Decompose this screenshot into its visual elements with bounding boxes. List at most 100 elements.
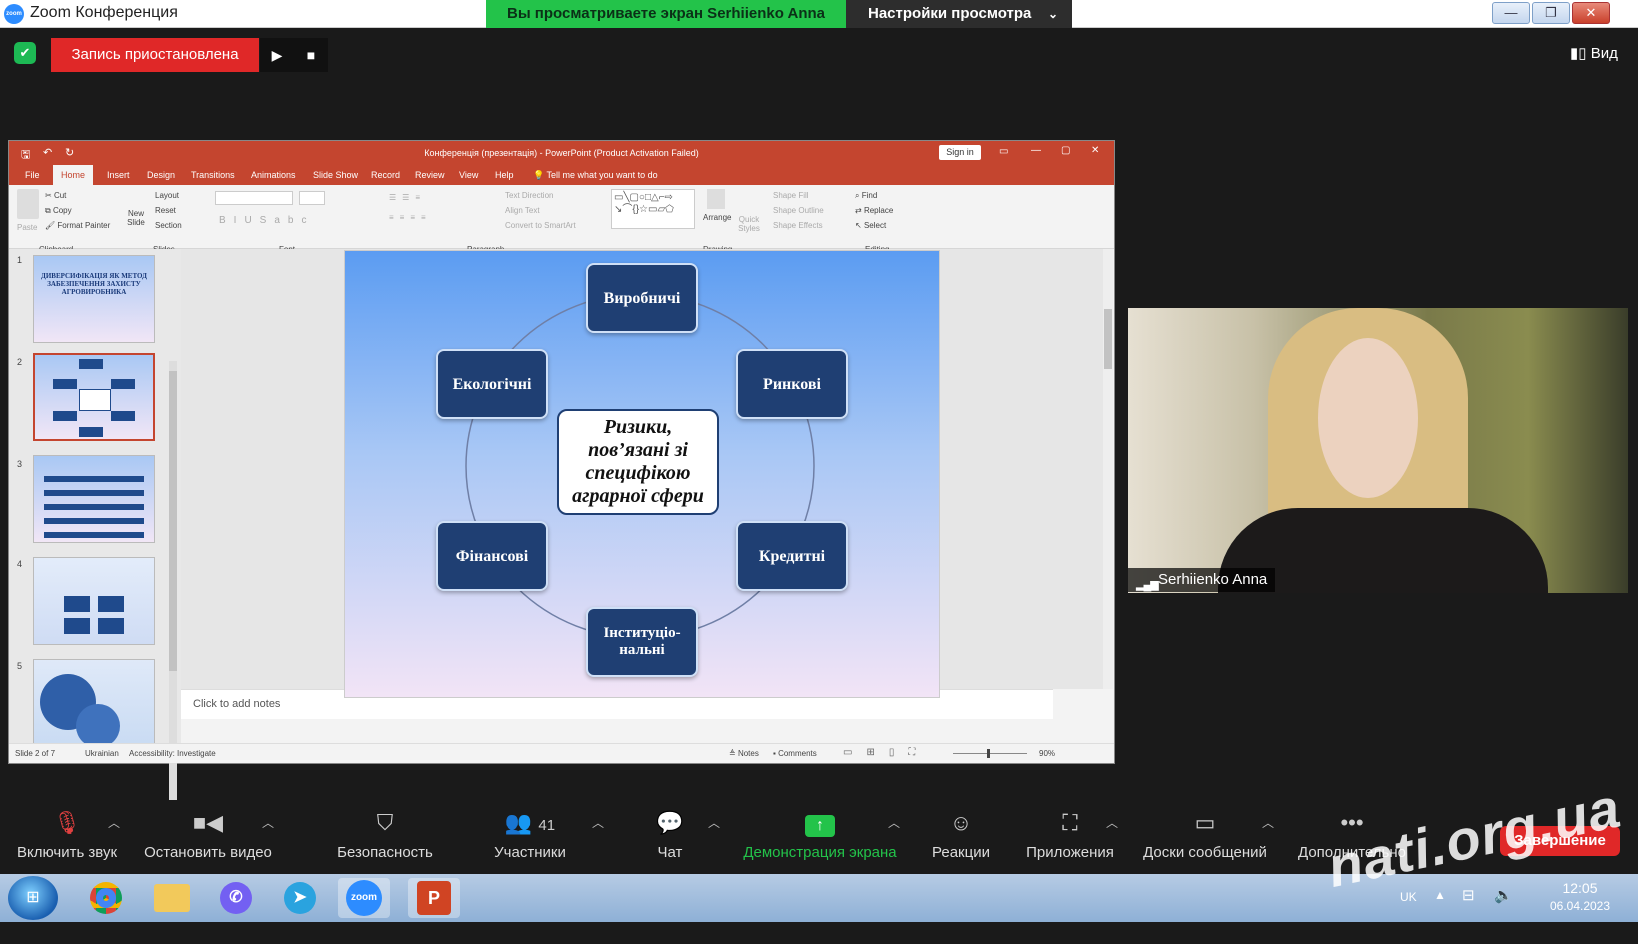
node-bottom-right[interactable]: Кредитні: [736, 521, 848, 591]
slide-thumbnail-2[interactable]: [33, 353, 155, 441]
slide-2[interactable]: Виробничі Ринкові Кредитні Інституціо-на…: [344, 250, 940, 698]
shapes-gallery[interactable]: ▭╲▢○□△⌐⇨ ↘⌒{}☆▭▱⬠: [611, 189, 695, 229]
convert-smartart-button[interactable]: Convert to SmartArt: [505, 221, 576, 230]
share-options-caret[interactable]: ︿: [888, 814, 900, 831]
maximize-button[interactable]: ❐: [1532, 2, 1570, 24]
tell-me-search[interactable]: 💡 Tell me what you want to do: [525, 165, 666, 185]
arrange-button[interactable]: Arrange: [703, 213, 731, 222]
node-bottom[interactable]: Інституціо-нальні: [586, 607, 698, 677]
layout-button[interactable]: Layout: [155, 191, 179, 200]
stop-video-button[interactable]: ■◀ Остановить видео: [138, 808, 278, 861]
security-button[interactable]: ⛉ Безопасность: [330, 808, 440, 861]
replace-button[interactable]: ⇄ Replace: [855, 206, 893, 215]
unmute-button[interactable]: 🎙 Включить звук: [12, 808, 122, 861]
select-button[interactable]: ↖ Select: [855, 221, 886, 230]
sign-in-button[interactable]: Sign in: [939, 145, 981, 160]
tab-slide-show[interactable]: Slide Show: [305, 165, 366, 185]
powerpoint-taskbar-icon[interactable]: P: [408, 878, 460, 918]
resume-recording-button[interactable]: ▶: [260, 38, 294, 72]
telegram-taskbar-icon[interactable]: ➤: [274, 878, 326, 918]
whiteboards-button[interactable]: ▭ Доски сообщений: [1138, 808, 1272, 861]
slide-thumbnail-5[interactable]: [33, 659, 155, 747]
tab-transitions[interactable]: Transitions: [183, 165, 243, 185]
scroll-thumb[interactable]: [1104, 309, 1112, 369]
comments-button[interactable]: ▪ Comments: [773, 749, 817, 758]
node-top[interactable]: Виробничі: [586, 263, 698, 333]
section-button[interactable]: Section: [155, 221, 182, 230]
audio-options-caret[interactable]: ︿: [108, 814, 120, 831]
minimize-button[interactable]: —: [1492, 2, 1530, 24]
paste-icon[interactable]: [17, 189, 39, 219]
zoom-slider[interactable]: [953, 753, 1027, 754]
apps-options-caret[interactable]: ︿: [1106, 814, 1118, 831]
reset-button[interactable]: Reset: [155, 206, 176, 215]
apps-button[interactable]: ⛶ Приложения: [1020, 808, 1120, 861]
thumbnails-scrollbar[interactable]: [169, 361, 177, 841]
zoom-slider-handle[interactable]: [987, 749, 990, 758]
format-painter-button[interactable]: 🖌 Format Painter: [45, 221, 110, 230]
participants-button[interactable]: 👥 41 Участники: [486, 808, 574, 861]
tab-review[interactable]: Review: [407, 165, 453, 185]
view-options-button[interactable]: Настройки просмотра ⌄: [846, 0, 1072, 28]
tab-insert[interactable]: Insert: [99, 165, 138, 185]
slide-center-box[interactable]: Ризики, пов’язані зі специфікою аграрної…: [557, 409, 719, 515]
video-options-caret[interactable]: ︿: [262, 814, 274, 831]
font-format-buttons[interactable]: BIUSabc: [219, 215, 314, 226]
shape-outline-button[interactable]: Shape Outline: [773, 206, 824, 215]
font-size-input[interactable]: [299, 191, 325, 205]
ppt-minimize-button[interactable]: —: [1031, 145, 1041, 156]
chat-options-caret[interactable]: ︿: [708, 814, 720, 831]
chrome-taskbar-icon[interactable]: [80, 878, 132, 918]
align-buttons[interactable]: ≡≡≡≡: [389, 213, 432, 222]
shape-fill-button[interactable]: Shape Fill: [773, 191, 809, 200]
node-bottom-left[interactable]: Фінансові: [436, 521, 548, 591]
node-top-right[interactable]: Ринкові: [736, 349, 848, 419]
tab-help[interactable]: Help: [487, 165, 522, 185]
view-button[interactable]: ▮▯ Вид: [1570, 44, 1618, 62]
zoom-level[interactable]: 90%: [1039, 749, 1055, 758]
new-slide-button[interactable]: New Slide: [125, 209, 147, 227]
arrange-icon[interactable]: [707, 189, 725, 209]
cut-button[interactable]: ✂ Cut: [45, 191, 66, 200]
ppt-close-button[interactable]: ✕: [1091, 145, 1099, 156]
list-buttons[interactable]: ☰☰≡: [389, 193, 426, 202]
explorer-taskbar-icon[interactable]: [146, 878, 198, 918]
tab-design[interactable]: Design: [139, 165, 183, 185]
slide-thumbnail-1[interactable]: ДИВЕРСИФІКАЦІЯ ЯК МЕТОД ЗАБЕЗПЕЧЕННЯ ЗАХ…: [33, 255, 155, 343]
find-button[interactable]: ⌕ Find: [855, 191, 877, 201]
start-button[interactable]: ⊞: [8, 876, 58, 920]
tab-home[interactable]: Home: [53, 165, 94, 185]
share-screen-button[interactable]: ↑ Демонстрация экрана: [738, 808, 902, 861]
tab-animations[interactable]: Animations: [243, 165, 304, 185]
slide-thumbnail-4[interactable]: [33, 557, 155, 645]
zoom-taskbar-icon[interactable]: zoom: [338, 878, 390, 918]
slide-scrollbar[interactable]: [1103, 249, 1113, 689]
copy-button[interactable]: ⧉ Copy: [45, 206, 72, 216]
tab-file[interactable]: File: [17, 165, 48, 185]
node-top-left[interactable]: Екологічні: [436, 349, 548, 419]
stop-recording-button[interactable]: ■: [294, 38, 328, 72]
language-indicator[interactable]: Ukrainian: [85, 749, 119, 758]
align-text-button[interactable]: Align Text: [505, 206, 540, 215]
tab-view[interactable]: View: [451, 165, 486, 185]
slide-thumbnail-3[interactable]: [33, 455, 155, 543]
font-family-input[interactable]: [215, 191, 293, 205]
participant-video[interactable]: [1128, 308, 1628, 593]
encryption-shield-icon[interactable]: ✔: [14, 42, 36, 64]
whiteboard-options-caret[interactable]: ︿: [1262, 814, 1274, 831]
view-mode-buttons[interactable]: ▭⊞▯⛶: [843, 747, 929, 758]
chat-button[interactable]: 💬 Чат: [640, 808, 700, 861]
paste-button[interactable]: Paste: [17, 223, 37, 232]
close-button[interactable]: ✕: [1572, 2, 1610, 24]
scroll-thumb[interactable]: [169, 371, 177, 671]
accessibility-status[interactable]: Accessibility: Investigate: [129, 749, 216, 758]
shape-effects-button[interactable]: Shape Effects: [773, 221, 823, 230]
reactions-button[interactable]: ☺ Реакции: [924, 808, 998, 861]
ppt-maximize-button[interactable]: ▢: [1061, 145, 1070, 156]
quick-styles-button[interactable]: Quick Styles: [735, 215, 763, 233]
participants-options-caret[interactable]: ︿: [592, 814, 604, 831]
tab-record[interactable]: Record: [363, 165, 408, 185]
notes-button[interactable]: ≜ Notes: [729, 749, 759, 758]
text-direction-button[interactable]: Text Direction: [505, 191, 553, 200]
viber-taskbar-icon[interactable]: ✆: [210, 878, 262, 918]
